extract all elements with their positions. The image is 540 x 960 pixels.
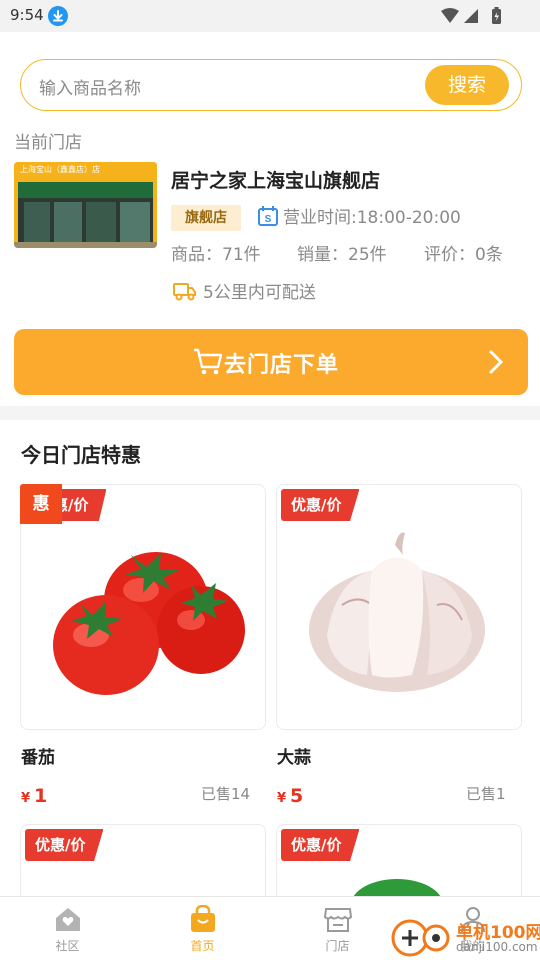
storefront-icon <box>323 905 353 937</box>
section-title: 今日门店特惠 <box>21 443 141 467</box>
watermark-url: danji100.com <box>456 940 538 954</box>
section-divider <box>0 406 540 420</box>
nav-item-community[interactable]: 社区 <box>0 897 135 960</box>
price-value: 5 <box>290 785 304 807</box>
discount-tag: 优惠/价 <box>281 829 360 861</box>
chevron-right-icon <box>488 349 504 379</box>
nav-item-home[interactable]: 首页 <box>135 897 270 960</box>
search-bar[interactable]: 输入商品名称 搜索 <box>20 59 522 111</box>
product-card[interactable]: 优惠/价 <box>276 824 522 896</box>
product-sold-count: 已售1 <box>466 785 506 803</box>
discount-tag: 优惠/价 <box>281 489 360 521</box>
product-card-garlic[interactable]: 优惠/价 <box>276 484 522 730</box>
store-review-count: 评价：0条 <box>424 245 503 265</box>
product-card[interactable]: 优惠/价 <box>20 824 266 896</box>
svg-text:S: S <box>265 214 272 225</box>
store-products-count: 商品：71件 <box>171 245 261 265</box>
currency-symbol: ¥ <box>277 791 287 806</box>
garlic-image <box>309 532 485 692</box>
delivery-truck-icon <box>173 280 197 307</box>
go-to-store-order-button[interactable]: 去门店下单 <box>14 329 528 395</box>
signal-icon <box>464 9 478 23</box>
store-delivery: 5公里内可配送 <box>173 278 316 307</box>
nav-label: 首页 <box>190 939 215 953</box>
product-price: ¥1 <box>21 785 47 807</box>
current-store-label: 当前门店 <box>14 133 82 153</box>
discount-tag: 优惠/价 <box>25 829 104 861</box>
watermark: 单机100网 danji100.com <box>390 914 540 960</box>
price-value: 1 <box>34 785 48 807</box>
product-name: 大蒜 <box>277 748 311 768</box>
nav-label: 门店 <box>325 939 350 953</box>
home-heart-icon <box>53 905 83 937</box>
cart-icon <box>192 347 224 381</box>
currency-symbol: ¥ <box>21 791 31 806</box>
store-name: 居宁之家上海宝山旗舰店 <box>171 170 381 192</box>
system-icons <box>440 7 506 29</box>
store-delivery-text: 5公里内可配送 <box>203 283 316 303</box>
tomato-image <box>53 552 245 695</box>
store-sign-text: 上海宝山（鑫鑫店）店 <box>20 165 100 174</box>
nav-label: 社区 <box>55 939 80 953</box>
store-badge: 旗舰店 <box>171 205 241 231</box>
status-time: 9:54 <box>10 6 44 24</box>
product-name: 番茄 <box>21 748 55 768</box>
store-hours: S 营业时间:18:00-20:00 <box>257 203 461 232</box>
search-button[interactable]: 搜索 <box>425 65 509 105</box>
shopping-bag-icon <box>188 904 218 937</box>
download-icon <box>48 6 68 26</box>
store-hours-text: 营业时间:18:00-20:00 <box>283 208 461 228</box>
hui-badge: 惠 <box>20 484 62 524</box>
order-button-label: 去门店下单 <box>224 353 340 378</box>
wifi-icon <box>441 8 459 23</box>
search-input[interactable]: 输入商品名称 <box>39 74 141 99</box>
product-price: ¥5 <box>277 785 303 807</box>
calendar-icon: S <box>257 205 279 232</box>
nav-item-store[interactable]: 门店 <box>270 897 405 960</box>
product-sold-count: 已售14 <box>201 785 251 803</box>
watermark-logo <box>391 919 450 957</box>
status-bar: 9:54 <box>0 0 540 32</box>
vegetable-image <box>353 879 441 896</box>
store-photo[interactable]: 上海宝山（鑫鑫店）店 <box>14 162 157 248</box>
store-sales-count: 销量：25件 <box>297 245 387 265</box>
